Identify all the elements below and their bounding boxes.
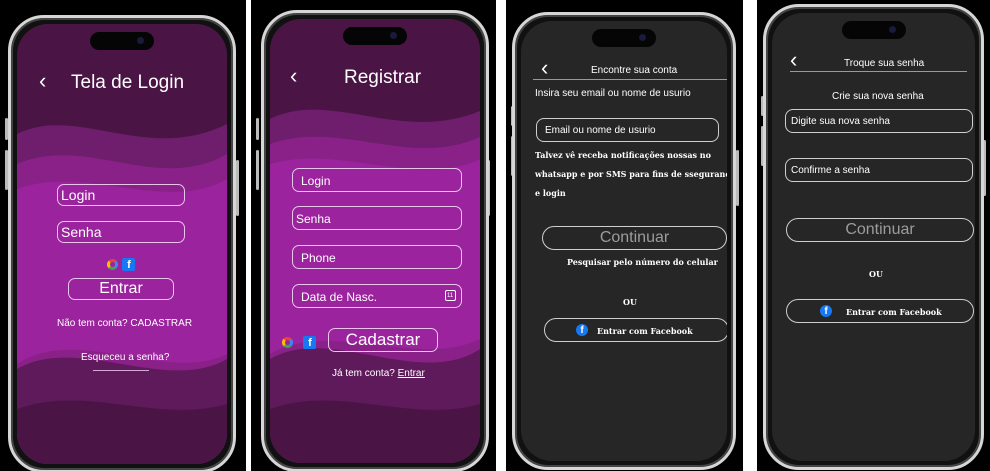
dynamic-island [841, 21, 906, 39]
senha-placeholder: Senha [61, 224, 102, 240]
page-title: Encontre sua conta [591, 65, 678, 76]
birthdate-input[interactable]: Data de Nasc. 11 [292, 284, 462, 308]
facebook-icon: f [820, 305, 832, 317]
continue-button-label: Continuar [599, 229, 670, 246]
facebook-icon[interactable]: f [122, 258, 136, 272]
login-placeholder: Login [61, 187, 96, 203]
notice-line-3: e login [535, 188, 566, 198]
panel-login: ‹ Tela de Login Login Senha f Entrar Não… [0, 0, 246, 471]
phone-frame: ‹ Registrar Login Senha Phone Data de Na… [261, 10, 489, 471]
facebook-login-button[interactable]: f Entrar com Facebook [544, 318, 727, 342]
change-password-screen: ‹ Troque sua senha Crie sua nova senha D… [772, 13, 975, 461]
page-title: Troque sua senha [844, 58, 925, 69]
senha-input[interactable]: Senha [292, 206, 462, 230]
senha-placeholder: Senha [296, 212, 331, 226]
phone-frame: ‹ Encontre sua conta Insira seu email ou… [512, 12, 736, 470]
login-input[interactable]: Login [292, 168, 462, 192]
facebook-login-button[interactable]: f Entrar com Facebook [786, 299, 974, 323]
confirm-password-input[interactable]: Confirme a senha [785, 158, 973, 182]
google-icon[interactable] [282, 337, 293, 349]
panel-find-account: ‹ Encontre sua conta Insira seu email ou… [506, 0, 743, 471]
enter-button-label: Entrar [99, 280, 143, 297]
new-password-placeholder: Digite sua nova senha [791, 116, 890, 127]
notice-line-2: whatsapp e por SMS para fins de sseguran… [535, 169, 727, 179]
search-by-phone-link[interactable]: Pesquisar pelo número do celular [567, 257, 718, 267]
register-button-label: Cadastrar [345, 330, 421, 349]
login-prompt-text: Já tem conta? [332, 368, 395, 379]
phone-frame: ‹ Tela de Login Login Senha f Entrar Não… [8, 15, 236, 471]
login-placeholder: Login [301, 174, 331, 188]
login-prompt: Já tem conta? Entrar [332, 368, 425, 379]
or-separator: OU [869, 269, 883, 279]
facebook-icon[interactable]: f [303, 336, 317, 350]
find-account-screen: ‹ Encontre sua conta Insira seu email ou… [521, 21, 727, 461]
signup-prompt[interactable]: Não tem conta? CADASTRAR [57, 318, 192, 329]
enter-button[interactable]: Entrar [68, 278, 174, 300]
new-password-input[interactable]: Digite sua nova senha [785, 109, 973, 133]
confirm-password-placeholder: Confirme a senha [791, 165, 870, 176]
social-register-icons: f [282, 334, 317, 352]
back-button[interactable]: ‹ [790, 49, 797, 71]
page-title: Tela de Login [71, 72, 185, 93]
continue-button[interactable]: Continuar [542, 226, 727, 250]
or-separator: OU [623, 297, 637, 307]
facebook-button-label: Entrar com Facebook [597, 326, 693, 336]
register-button[interactable]: Cadastrar [328, 328, 438, 352]
header-divider [533, 79, 727, 80]
facebook-icon: f [576, 324, 588, 336]
notice-line-1: Talvez vê receba notificações nossas no [535, 150, 711, 160]
phone-placeholder: Phone [301, 251, 336, 265]
subtitle: Crie sua nova senha [832, 91, 924, 102]
phone-side-button [256, 118, 259, 140]
back-button[interactable]: ‹ [39, 70, 46, 92]
back-button[interactable]: ‹ [290, 65, 297, 87]
continue-button[interactable]: Continuar [786, 218, 974, 242]
panel-register: ‹ Registrar Login Senha Phone Data de Na… [251, 0, 496, 471]
instruction-text: Insira seu email ou nome de usurio [535, 88, 691, 99]
forgot-password-link[interactable]: Esqueceu a senha? [81, 352, 169, 363]
phone-side-button [236, 160, 239, 216]
email-placeholder: Email ou nome de usurio [545, 125, 656, 136]
divider [93, 370, 149, 371]
dynamic-island [592, 29, 656, 47]
header-divider [790, 71, 967, 72]
dynamic-island [343, 27, 407, 45]
enter-link[interactable]: Entrar [398, 368, 425, 379]
calendar-icon[interactable]: 11 [445, 290, 456, 301]
birthdate-placeholder: Data de Nasc. [301, 290, 378, 304]
login-screen: ‹ Tela de Login Login Senha f Entrar Não… [17, 24, 227, 464]
continue-button-label: Continuar [845, 221, 915, 238]
register-screen: ‹ Registrar Login Senha Phone Data de Na… [270, 19, 480, 463]
login-input[interactable]: Login [57, 184, 185, 206]
senha-input[interactable]: Senha [57, 221, 185, 243]
page-title: Registrar [344, 67, 422, 88]
back-button[interactable]: ‹ [541, 57, 548, 79]
facebook-button-label: Entrar com Facebook [846, 307, 942, 317]
phone-side-button [256, 150, 259, 190]
phone-input[interactable]: Phone [292, 245, 462, 269]
phone-side-button [736, 150, 739, 206]
dynamic-island [90, 32, 154, 50]
panel-change-password: ‹ Troque sua senha Crie sua nova senha D… [757, 0, 990, 471]
google-icon[interactable] [107, 259, 118, 271]
social-login-icons: f [107, 256, 136, 274]
phone-frame: ‹ Troque sua senha Crie sua nova senha D… [763, 4, 984, 470]
email-input[interactable]: Email ou nome de usurio [536, 118, 719, 142]
